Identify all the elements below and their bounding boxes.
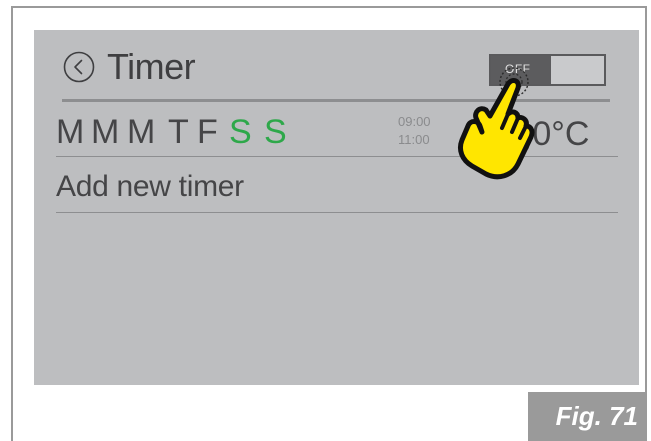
add-new-timer-button[interactable]: Add new timer xyxy=(56,168,244,206)
day-thursday[interactable]: T xyxy=(168,112,197,152)
end-time: 11:00 xyxy=(398,132,430,147)
day-sunday[interactable]: S xyxy=(264,112,294,152)
timer-times[interactable]: 09:00 11:00 xyxy=(398,113,431,149)
pointing-hand-icon xyxy=(446,60,546,190)
back-icon[interactable] xyxy=(63,51,95,83)
day-friday[interactable]: F xyxy=(197,112,229,152)
day-tuesday[interactable]: M xyxy=(91,112,127,152)
day-saturday[interactable]: S xyxy=(229,112,264,152)
day-monday[interactable]: M xyxy=(56,112,91,152)
day-wednesday[interactable]: M xyxy=(127,112,168,152)
row-divider xyxy=(56,212,618,213)
page-title: Timer xyxy=(107,46,196,87)
weekday-selector[interactable]: M M M T F S S xyxy=(56,112,294,152)
figure-label: Fig. 71 xyxy=(528,392,647,441)
start-time: 09:00 xyxy=(398,114,431,129)
